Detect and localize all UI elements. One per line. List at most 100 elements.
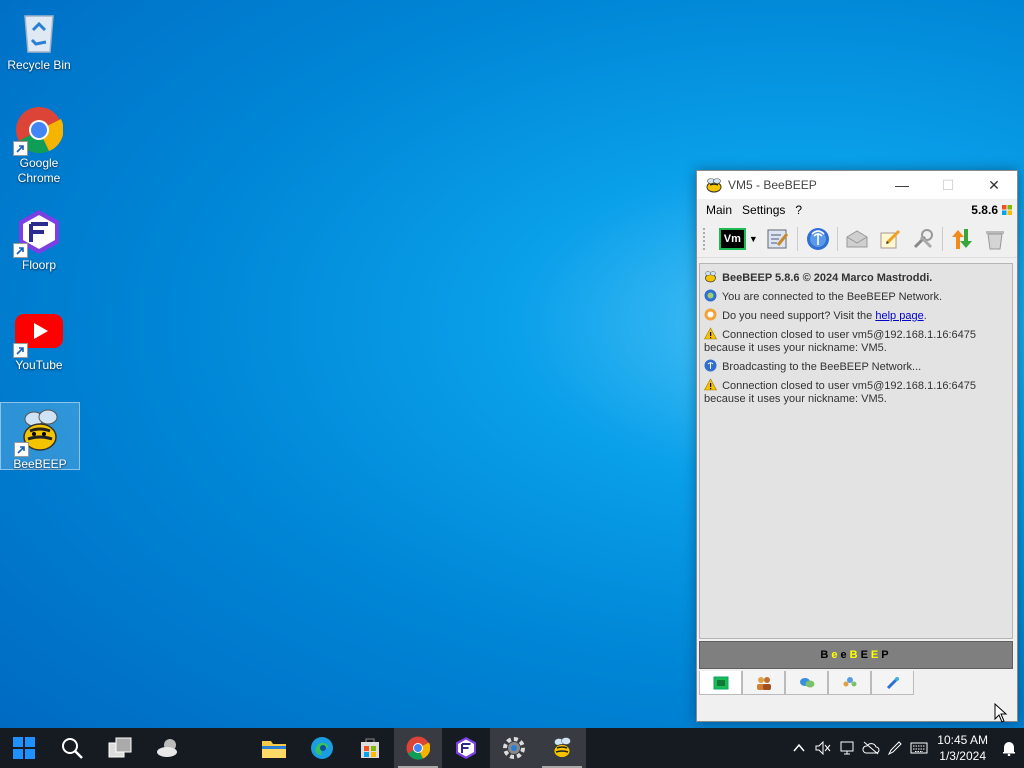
toolbar-separator xyxy=(797,227,799,251)
chevron-down-icon: ▼ xyxy=(748,234,758,244)
window-title: VM5 - BeeBEEP xyxy=(728,178,817,192)
taskbar-edge[interactable] xyxy=(298,728,346,768)
brand-letter: e xyxy=(840,649,850,661)
tools-button[interactable] xyxy=(910,226,935,252)
bell-icon xyxy=(1003,742,1015,756)
desktop-icon-label: Google Chrome xyxy=(17,156,61,185)
tray-keyboard-button[interactable] xyxy=(907,728,931,768)
desktop-icon-google-chrome[interactable]: Google Chrome xyxy=(0,106,78,186)
maximize-button[interactable]: ☐ xyxy=(925,171,971,199)
desktop-icon-label: BeeBEEP xyxy=(13,457,67,471)
tab-groups[interactable] xyxy=(828,671,871,695)
notifications-button[interactable] xyxy=(994,728,1024,768)
trash-icon xyxy=(985,231,1004,250)
chevron-up-icon xyxy=(793,743,805,752)
tab-files[interactable] xyxy=(871,671,914,695)
minimize-button[interactable]: — xyxy=(879,171,925,199)
tab-users[interactable] xyxy=(742,671,785,695)
weather-cloud-icon xyxy=(157,739,177,757)
log-entry: BeeBEEP 5.8.6 © 2024 Marco Mastroddi. xyxy=(704,270,1008,285)
envelope-icon xyxy=(846,230,868,248)
close-button[interactable]: ✕ xyxy=(971,171,1017,199)
store-bag-icon xyxy=(361,738,379,758)
tray-pen-button[interactable] xyxy=(883,728,907,768)
taskbar-settings[interactable] xyxy=(490,728,538,768)
mouse-cursor-icon xyxy=(994,703,1008,723)
bee-icon xyxy=(14,407,64,457)
shortcut-arrow-icon xyxy=(13,243,28,258)
gear-icon xyxy=(503,737,525,759)
brand-letter: B xyxy=(849,649,861,661)
show-hidden-icons-button[interactable] xyxy=(787,728,811,768)
network-broadcast-icon xyxy=(806,228,829,250)
search-button[interactable] xyxy=(48,728,96,768)
edit-profile-button[interactable] xyxy=(766,226,791,252)
tab-home[interactable] xyxy=(699,671,742,695)
taskbar-chrome[interactable] xyxy=(394,728,442,768)
brand-letter: P xyxy=(881,649,892,661)
warning-icon xyxy=(703,327,718,340)
warning-icon xyxy=(703,378,718,391)
beebeep-window: VM5 - BeeBEEP — ☐ ✕ Main Settings ? 5.8.… xyxy=(696,170,1018,722)
toolbar-grip[interactable] xyxy=(703,228,709,250)
brand-letter: e xyxy=(831,649,841,661)
desktop-icon-beebeep[interactable]: BeeBEEP xyxy=(0,402,80,471)
desktop-icon-floorp[interactable]: Floorp xyxy=(0,208,78,273)
update-button[interactable] xyxy=(950,226,975,252)
network-monitor-icon xyxy=(840,741,854,755)
taskbar-store[interactable] xyxy=(346,728,394,768)
tools-icon xyxy=(913,229,933,249)
edit-profile-icon xyxy=(767,229,789,249)
status-badge: Vm xyxy=(718,228,746,250)
file-share-icon xyxy=(886,676,899,689)
cloud-off-icon xyxy=(862,741,880,755)
tab-chats[interactable] xyxy=(785,671,828,695)
network-button[interactable] xyxy=(805,226,830,252)
pen-icon xyxy=(888,741,903,756)
search-icon xyxy=(62,738,83,759)
log-text: because it uses your nickname: VM5. xyxy=(704,342,887,354)
up-down-arrows-icon xyxy=(952,229,973,249)
write-message-button[interactable] xyxy=(878,226,903,252)
log-entry: Connection closed to user vm5@192.168.1.… xyxy=(703,327,1008,355)
version-number: 5.8.6 xyxy=(971,203,998,217)
version-label: 5.8.6 xyxy=(971,203,1013,217)
taskbar-beebeep[interactable] xyxy=(538,728,586,768)
help-page-link[interactable]: help page xyxy=(875,310,923,322)
log-entry: Broadcasting to the BeeBEEP Network... xyxy=(704,359,1008,374)
taskbar-clock[interactable]: 10:45 AM 1/3/2024 xyxy=(931,732,994,764)
chrome-icon xyxy=(13,106,64,156)
home-screen-icon xyxy=(713,676,728,689)
tray-network-button[interactable] xyxy=(835,728,859,768)
floorp-icon xyxy=(13,208,63,258)
log-text: because it uses your nickname: VM5. xyxy=(704,393,887,405)
log-text: . xyxy=(923,310,927,322)
taskbar-floorp[interactable] xyxy=(442,728,490,768)
tray-cloud-button[interactable] xyxy=(859,728,883,768)
title-bar[interactable]: VM5 - BeeBEEP — ☐ ✕ xyxy=(697,171,1017,199)
weather-widget-button[interactable] xyxy=(144,728,192,768)
log-text: Broadcasting to the BeeBEEP Network... xyxy=(722,361,922,373)
system-tray: 10:45 AM 1/3/2024 xyxy=(787,728,1024,768)
menu-main[interactable]: Main xyxy=(701,201,737,219)
menu-help[interactable]: ? xyxy=(790,201,807,219)
status-selector[interactable]: Vm ▼ xyxy=(718,226,758,252)
users-icon xyxy=(756,676,771,690)
clear-button[interactable] xyxy=(982,226,1007,252)
network-broadcast-icon xyxy=(704,359,717,372)
floorp-icon xyxy=(456,737,476,759)
tray-volume-button[interactable] xyxy=(811,728,835,768)
desktop-icon-recycle-bin[interactable]: Recycle Bin xyxy=(0,8,78,73)
shortcut-arrow-icon xyxy=(13,343,28,358)
chat-bubbles-icon xyxy=(799,677,814,687)
task-view-button[interactable] xyxy=(96,728,144,768)
log-text: Connection closed to user vm5@192.168.1.… xyxy=(722,329,977,341)
desktop-icon-youtube[interactable]: YouTube xyxy=(0,308,78,373)
menu-settings[interactable]: Settings xyxy=(737,201,790,219)
brand-letter: B xyxy=(820,649,832,661)
desktop-icon-label: YouTube xyxy=(15,358,63,372)
taskbar-file-explorer[interactable] xyxy=(250,728,298,768)
messages-button[interactable] xyxy=(845,226,870,252)
group-icon xyxy=(843,676,856,686)
start-button[interactable] xyxy=(0,728,48,768)
